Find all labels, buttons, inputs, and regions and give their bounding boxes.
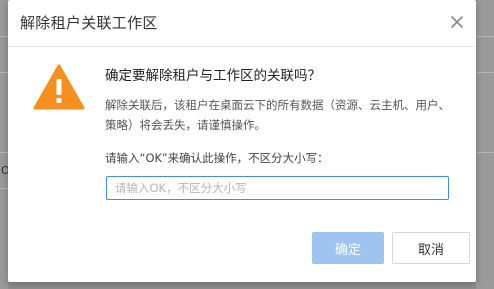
dialog-header: 解除租户关联工作区 xyxy=(8,0,476,47)
cancel-button[interactable]: 取消 xyxy=(392,232,470,264)
close-icon[interactable] xyxy=(448,13,466,31)
confirm-input-label: 请输入“OK”来确认此操作，不区分大小写： xyxy=(105,151,329,165)
background-divider xyxy=(476,72,494,73)
background-divider xyxy=(0,36,8,37)
confirm-question: 确定要解除租户与工作区的关联吗？ xyxy=(105,68,321,84)
confirm-button[interactable]: 确定 xyxy=(312,232,384,264)
warning-triangle-icon xyxy=(33,64,85,110)
background-page-left xyxy=(0,0,8,289)
background-divider xyxy=(476,152,494,153)
dialog-title: 解除租户关联工作区 xyxy=(20,14,158,32)
warning-description: 解除关联后，该租户在桌面云下的所有数据（资源、云主机、用户、策略）将会丢失，请谨… xyxy=(105,98,450,132)
background-divider xyxy=(0,188,8,189)
background-divider xyxy=(476,36,494,37)
background-divider xyxy=(0,152,8,153)
confirm-text-input[interactable] xyxy=(106,176,449,200)
background-divider xyxy=(0,72,8,73)
unbind-workspace-dialog: 解除租户关联工作区 确定要解除租户与工作区的关联吗？ 解除关联后，该租户在桌面云… xyxy=(8,0,476,282)
background-page-right xyxy=(476,0,494,289)
